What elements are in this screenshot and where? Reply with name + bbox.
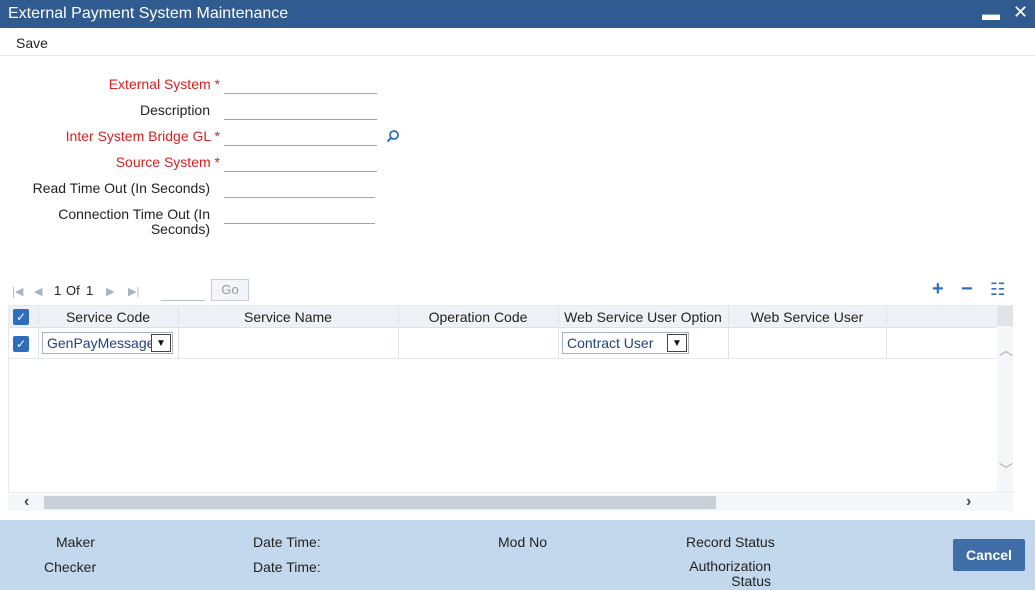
column-divider: [886, 306, 887, 328]
record-status-label: Record Status: [686, 534, 775, 550]
cancel-button[interactable]: Cancel: [953, 539, 1025, 571]
column-divider: [178, 328, 179, 359]
columns-icon[interactable]: ☷: [990, 280, 1005, 300]
delete-row-icon[interactable]: −: [961, 278, 973, 301]
column-divider: [398, 328, 399, 359]
scroll-down-icon[interactable]: ﹀: [999, 460, 1013, 480]
maker-date-time-label: Date Time:: [253, 534, 321, 550]
grid-pager-bar: |◀ ◀ 1 Of 1 ▶ ▶| Go + − ☷: [8, 278, 1013, 304]
service-grid: ✓ Service Code Service Name Operation Co…: [8, 305, 1013, 493]
checker-label: Checker: [44, 559, 97, 575]
current-page: 1: [54, 283, 62, 298]
toolbar: Save: [0, 28, 1035, 56]
vertical-scrollbar[interactable]: ︿ ﹀: [997, 306, 1013, 492]
web-service-user-option-select[interactable]: Contract User ▼: [562, 332, 689, 354]
close-icon[interactable]: ✕: [1013, 2, 1028, 23]
column-divider: [886, 328, 887, 359]
external-system-input[interactable]: [224, 74, 377, 94]
read-timeout-input[interactable]: [224, 178, 375, 198]
window-title: External Payment System Maintenance: [8, 5, 289, 22]
table-row: ✓ GenPayMessage ▼ Contract User ▼: [9, 328, 997, 359]
source-system-input[interactable]: [224, 152, 377, 172]
first-page-icon[interactable]: |◀: [12, 285, 23, 298]
required-mark: *: [214, 154, 220, 170]
save-button[interactable]: Save: [16, 35, 48, 51]
column-divider: [38, 328, 39, 359]
chevron-down-icon: ▼: [667, 334, 687, 352]
column-header-web-service-user[interactable]: Web Service User: [728, 309, 886, 325]
audit-footer: Maker Checker Date Time: Date Time: Mod …: [0, 520, 1035, 590]
mod-no-label: Mod No: [498, 534, 548, 550]
required-mark: *: [214, 128, 220, 144]
minimize-icon[interactable]: ▬: [982, 4, 1000, 25]
horizontal-scrollbar[interactable]: ‹ ›: [8, 493, 1013, 511]
maker-label: Maker: [56, 534, 95, 550]
go-button[interactable]: Go: [211, 279, 249, 301]
web-service-user-cell[interactable]: [731, 334, 883, 354]
row-checkbox[interactable]: ✓: [13, 336, 29, 352]
authorization-status-label: Authorization Status: [689, 558, 771, 589]
pager-of-label: Of: [66, 283, 80, 298]
select-all-checkbox[interactable]: ✓: [13, 309, 29, 325]
next-page-icon[interactable]: ▶: [106, 285, 114, 298]
source-system-label: Source System *: [115, 154, 220, 170]
required-mark: *: [214, 76, 220, 92]
connection-timeout-input[interactable]: [224, 204, 375, 224]
scroll-right-icon[interactable]: ›: [966, 493, 971, 511]
column-header-service-code[interactable]: Service Code: [38, 309, 178, 325]
scroll-up-icon[interactable]: ︿: [999, 340, 1013, 360]
column-header-operation-code[interactable]: Operation Code: [398, 309, 558, 325]
external-system-label: External System *: [108, 76, 220, 92]
column-header-service-name[interactable]: Service Name: [178, 309, 398, 325]
search-icon[interactable]: [386, 129, 400, 143]
inter-system-bridge-gl-label: Inter System Bridge GL *: [65, 128, 220, 144]
scrollbar-thumb[interactable]: [44, 496, 716, 509]
last-page-icon[interactable]: ▶|: [128, 285, 139, 298]
read-timeout-label: Read Time Out (In Seconds): [32, 180, 210, 196]
column-divider: [558, 328, 559, 359]
operation-code-cell[interactable]: [401, 334, 555, 354]
scroll-left-icon[interactable]: ‹: [24, 493, 29, 511]
chevron-down-icon: ▼: [151, 334, 171, 352]
total-pages: 1: [86, 283, 94, 298]
inter-system-bridge-gl-input[interactable]: [224, 126, 377, 146]
page-number-input[interactable]: [161, 281, 205, 301]
scrollbar-thumb[interactable]: [997, 306, 1013, 326]
window-title-bar: External Payment System Maintenance ▬ ✕: [0, 0, 1035, 28]
connection-timeout-label: Connection Time Out (In Seconds): [58, 206, 210, 237]
add-row-icon[interactable]: +: [932, 278, 944, 301]
column-divider: [728, 328, 729, 359]
description-label: Description: [139, 102, 210, 118]
grid-header: ✓ Service Code Service Name Operation Co…: [9, 306, 997, 328]
service-name-cell[interactable]: [181, 334, 395, 354]
previous-page-icon[interactable]: ◀: [34, 285, 42, 298]
description-input[interactable]: [224, 100, 377, 120]
checker-date-time-label: Date Time:: [253, 559, 321, 575]
service-code-select[interactable]: GenPayMessage ▼: [42, 332, 173, 354]
column-header-web-service-user-option[interactable]: Web Service User Option: [558, 309, 728, 325]
